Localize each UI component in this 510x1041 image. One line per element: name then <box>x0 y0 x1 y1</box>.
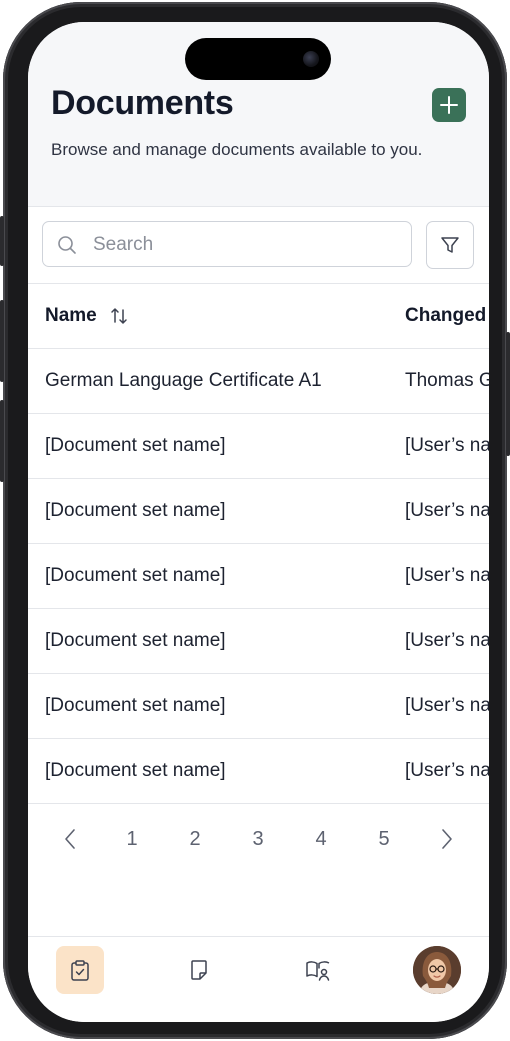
power-button <box>506 332 510 456</box>
camera-icon <box>303 51 319 67</box>
page-link-4[interactable]: 4 <box>306 822 336 856</box>
column-header-name[interactable]: Name <box>45 283 129 348</box>
next-page-button[interactable] <box>432 822 462 856</box>
changed-by: [User’s na <box>405 760 489 781</box>
volume-down-button <box>0 400 4 482</box>
table-row[interactable]: German Language Certificate A1 Thomas G <box>28 348 489 413</box>
changed-by: [User’s na <box>405 435 489 456</box>
page-title: Documents <box>51 84 234 122</box>
nav-item-learning[interactable] <box>294 946 342 994</box>
table-row[interactable]: [Document set name] [User’s na <box>28 543 489 608</box>
page-link-1[interactable]: 1 <box>117 822 147 856</box>
document-icon <box>191 960 207 980</box>
document-name: [Document set name] <box>45 630 226 651</box>
user-avatar[interactable] <box>413 946 461 994</box>
book-person-icon <box>306 961 330 981</box>
document-name: German Language Certificate A1 <box>45 370 322 391</box>
column-header-changed[interactable]: Changed <box>405 283 486 348</box>
column-label: Changed <box>405 304 487 326</box>
search-field[interactable] <box>42 221 412 267</box>
table-row[interactable]: [Document set name] [User’s na <box>28 738 489 803</box>
sort-arrows-icon[interactable] <box>109 306 129 326</box>
page-link-5[interactable]: 5 <box>369 822 399 856</box>
filter-icon <box>441 237 459 253</box>
volume-up-button <box>0 300 4 382</box>
changed-by: [User’s na <box>405 565 489 586</box>
changed-by: [User’s na <box>405 695 489 716</box>
table-row[interactable]: [Document set name] [User’s na <box>28 478 489 543</box>
table-row[interactable]: [Document set name] [User’s na <box>28 608 489 673</box>
clipboard-check-icon <box>71 960 89 981</box>
column-label: Name <box>45 304 97 326</box>
bottom-navigation <box>28 936 489 1022</box>
table-row[interactable]: [Document set name] [User’s na <box>28 413 489 478</box>
document-name: [Document set name] <box>45 565 226 586</box>
chevron-right-icon <box>442 829 452 849</box>
document-name: [Document set name] <box>45 695 226 716</box>
page-link-2[interactable]: 2 <box>180 822 210 856</box>
page-subtitle: Browse and manage documents available to… <box>51 140 423 159</box>
side-button <box>0 216 4 266</box>
search-input[interactable] <box>91 230 395 260</box>
changed-by: Thomas G <box>405 370 489 391</box>
plus-icon <box>440 96 458 114</box>
phone-frame: Documents Browse and manage documents av… <box>0 2 510 1039</box>
changed-by: [User’s na <box>405 500 489 521</box>
table-bottom-divider <box>28 803 489 804</box>
document-name: [Document set name] <box>45 760 226 781</box>
document-name: [Document set name] <box>45 435 226 456</box>
search-icon <box>58 236 76 254</box>
table-row[interactable]: [Document set name] [User’s na <box>28 673 489 738</box>
nav-item-tasks[interactable] <box>56 946 104 994</box>
screen: Documents Browse and manage documents av… <box>28 22 489 1022</box>
profile-photo <box>413 946 461 994</box>
filter-button[interactable] <box>426 221 474 269</box>
page-link-3[interactable]: 3 <box>243 822 273 856</box>
changed-by: [User’s na <box>405 630 489 651</box>
add-document-button[interactable] <box>432 88 466 122</box>
nav-item-documents[interactable] <box>175 946 223 994</box>
document-name: [Document set name] <box>45 500 226 521</box>
previous-page-button[interactable] <box>55 822 85 856</box>
chevron-left-icon <box>65 829 75 849</box>
dynamic-island <box>185 38 331 80</box>
